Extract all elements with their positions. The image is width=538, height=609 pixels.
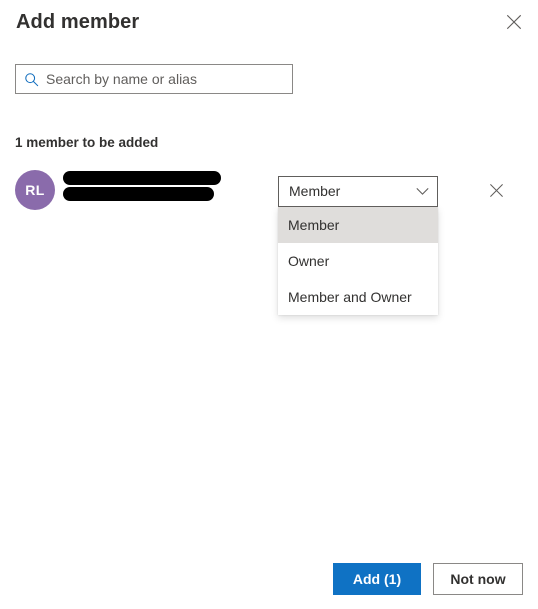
panel-header: Add member: [0, 0, 538, 46]
role-combobox-field[interactable]: Member: [278, 176, 438, 207]
role-combobox[interactable]: Member Member Owner Member and Owner: [278, 176, 438, 315]
dialog-footer: Add (1) Not now: [0, 553, 538, 609]
add-button[interactable]: Add (1): [333, 563, 421, 595]
close-icon: [506, 14, 522, 30]
role-option-member[interactable]: Member: [278, 207, 438, 243]
close-panel-button[interactable]: [498, 6, 530, 38]
member-identity: [63, 171, 233, 201]
search-box[interactable]: [15, 64, 293, 94]
role-option-owner[interactable]: Owner: [278, 243, 438, 279]
page-title: Add member: [16, 11, 140, 33]
chevron-down-icon[interactable]: [407, 177, 437, 206]
role-option-member-and-owner[interactable]: Member and Owner: [278, 279, 438, 315]
member-count-label: 1 member to be added: [15, 135, 159, 150]
role-option-list[interactable]: Member Owner Member and Owner: [278, 207, 438, 315]
redacted-alias: [63, 187, 214, 201]
redacted-name: [63, 171, 221, 185]
not-now-button[interactable]: Not now: [433, 563, 523, 595]
search-icon: [16, 65, 46, 93]
avatar: RL: [15, 170, 55, 210]
role-combobox-value: Member: [289, 183, 341, 199]
member-row: RL: [0, 166, 538, 216]
remove-member-button[interactable]: [480, 176, 512, 208]
avatar-initials: RL: [25, 182, 45, 198]
close-icon: [489, 183, 504, 201]
search-input[interactable]: [46, 66, 292, 92]
